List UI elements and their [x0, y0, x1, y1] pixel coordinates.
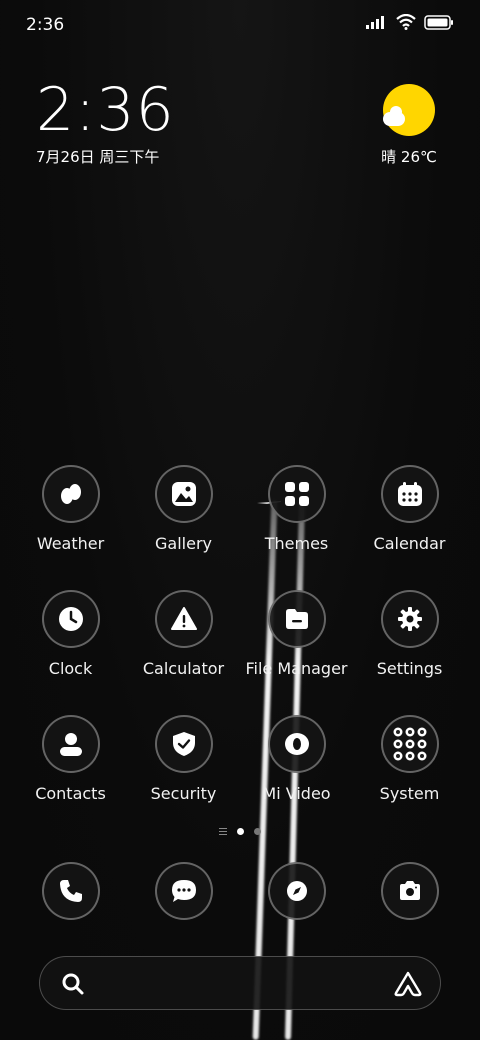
dock-camera[interactable]: [353, 862, 466, 920]
search-icon[interactable]: [61, 972, 85, 996]
app-security[interactable]: Security: [127, 715, 240, 803]
status-bar: 2:36: [0, 0, 480, 50]
status-icons: [366, 14, 454, 30]
app-gallery[interactable]: Gallery: [127, 465, 240, 553]
calculator-warning-icon: [154, 590, 213, 648]
app-settings[interactable]: Settings: [353, 590, 466, 678]
app-label: Weather: [36, 534, 105, 553]
chat-bubble-icon: [154, 862, 213, 920]
page-dot: [254, 828, 261, 835]
gallery-icon: [154, 465, 213, 523]
clock-widget[interactable]: 2:36 7月26日 周三下午: [36, 80, 175, 167]
search-bar[interactable]: [39, 956, 441, 1010]
app-label: Calendar: [373, 534, 446, 553]
video-icon: [267, 715, 326, 773]
contact-icon: [41, 715, 100, 773]
dock-browser[interactable]: [240, 862, 353, 920]
app-label: Mi Video: [262, 784, 331, 803]
app-label: Themes: [264, 534, 329, 553]
date-label: 7月26日 周三下午: [36, 148, 160, 166]
themes-icon: [267, 465, 326, 523]
app-label: Security: [150, 784, 217, 803]
page-dot-active: [237, 828, 244, 835]
big-clock-time: 2:36: [36, 75, 175, 145]
app-weather[interactable]: Weather: [14, 465, 127, 553]
assistant-icon[interactable]: [394, 971, 422, 997]
calendar-icon: [380, 465, 439, 523]
app-mi-video[interactable]: Mi Video: [240, 715, 353, 803]
folder-icon: [267, 590, 326, 648]
signal-icon: [366, 16, 384, 29]
app-contacts[interactable]: Contacts: [14, 715, 127, 803]
app-file-manager[interactable]: File Manager: [240, 590, 353, 678]
system-folder-icon: [380, 715, 439, 773]
phone-icon: [41, 862, 100, 920]
app-label: Clock: [48, 659, 93, 678]
app-label: Settings: [376, 659, 443, 678]
dock-phone[interactable]: [14, 862, 127, 920]
menu-lines-icon: [219, 828, 227, 835]
shield-check-icon: [154, 715, 213, 773]
app-label: Gallery: [155, 534, 212, 553]
gear-icon: [380, 590, 439, 648]
app-clock[interactable]: Clock: [14, 590, 127, 678]
sunny-cloud-icon: [383, 84, 435, 136]
dock-messages[interactable]: [127, 862, 240, 920]
camera-icon: [380, 862, 439, 920]
app-calculator[interactable]: Calculator: [127, 590, 240, 678]
weather-widget[interactable]: 晴 26℃: [374, 84, 444, 167]
battery-icon: [424, 14, 453, 30]
weather-condition-temp: 晴 26℃: [381, 148, 437, 166]
app-themes[interactable]: Themes: [240, 465, 353, 553]
compass-icon: [267, 862, 326, 920]
page-indicator[interactable]: [0, 828, 480, 835]
clock-icon: [41, 590, 100, 648]
app-calendar[interactable]: Calendar: [353, 465, 466, 553]
app-label: System: [379, 784, 440, 803]
wifi-icon: [396, 14, 416, 30]
app-label: Calculator: [142, 659, 225, 678]
app-system-folder[interactable]: System: [353, 715, 466, 803]
status-time: 2:36: [26, 15, 65, 35]
weather-drops-icon: [41, 465, 100, 523]
app-label: File Manager: [245, 659, 348, 678]
app-label: Contacts: [35, 784, 106, 803]
